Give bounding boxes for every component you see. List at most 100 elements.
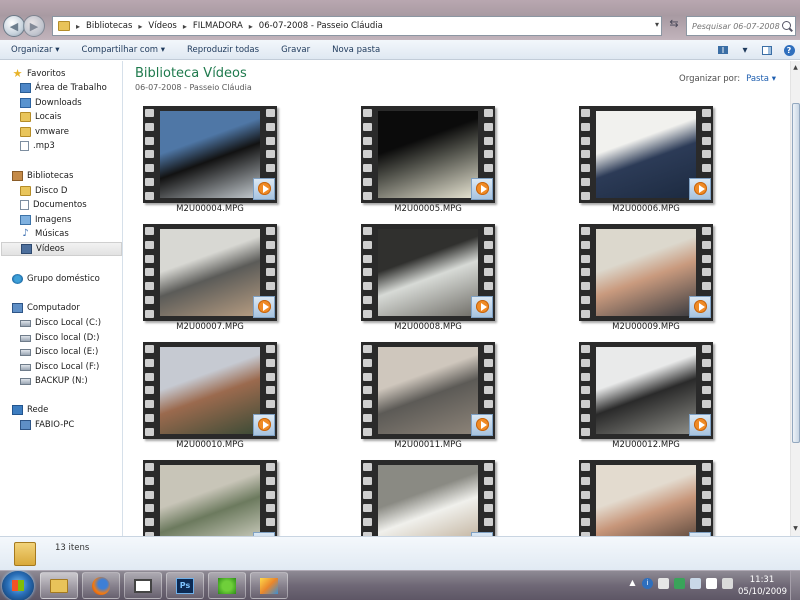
breadcrumb-separator-icon[interactable]: ▸ bbox=[138, 22, 142, 31]
back-button[interactable]: ◀ bbox=[3, 15, 25, 37]
explorer-icon bbox=[50, 578, 68, 593]
video-thumbnail[interactable]: M2U00007.MPG bbox=[125, 224, 295, 332]
app-tray-icon[interactable] bbox=[674, 578, 685, 589]
video-thumbnail[interactable] bbox=[125, 460, 295, 536]
breadcrumb-current-folder[interactable]: 06-07-2008 - Passeio Cláudia bbox=[259, 21, 383, 31]
film-perforations bbox=[580, 463, 591, 536]
change-view-button[interactable] bbox=[712, 42, 734, 58]
address-bar[interactable]: ▸ Bibliotecas ▸ Vídeos ▸ FILMADORA ▸ 06-… bbox=[52, 16, 662, 36]
taskbar-photoshop[interactable]: Ps bbox=[166, 572, 204, 599]
forward-button[interactable]: ▶ bbox=[23, 15, 45, 37]
video-preview-image bbox=[160, 111, 260, 198]
app-tray-icon[interactable] bbox=[658, 578, 669, 589]
vertical-scrollbar[interactable]: ▲ ▼ bbox=[790, 61, 800, 536]
nav-item-documents[interactable]: Documentos bbox=[20, 198, 87, 212]
nav-libraries[interactable]: Bibliotecas bbox=[12, 169, 73, 183]
play-all-button[interactable]: Reproduzir todas bbox=[176, 45, 270, 55]
show-hidden-icons-icon[interactable]: ▲ bbox=[628, 578, 637, 589]
video-thumbnail[interactable]: M2U00005.MPG bbox=[343, 106, 513, 214]
folder-icon bbox=[20, 112, 31, 122]
clock[interactable]: 11:31 05/10/2009 bbox=[738, 574, 787, 598]
video-thumbnail[interactable] bbox=[561, 460, 731, 536]
action-center-icon[interactable] bbox=[706, 578, 717, 589]
system-tray: ▲ i bbox=[628, 578, 738, 589]
video-thumbnail[interactable]: M2U00010.MPG bbox=[125, 342, 295, 450]
breadcrumb-separator-icon[interactable]: ▸ bbox=[249, 22, 253, 31]
folder-icon bbox=[20, 186, 31, 196]
film-perforations bbox=[580, 227, 591, 318]
taskbar-paint[interactable] bbox=[250, 572, 288, 599]
filmstrip-frame bbox=[143, 460, 277, 536]
breadcrumb-separator-icon[interactable]: ▸ bbox=[76, 22, 80, 31]
burn-button[interactable]: Gravar bbox=[270, 45, 321, 55]
taskbar-explorer[interactable] bbox=[40, 572, 78, 599]
volume-icon[interactable] bbox=[722, 578, 733, 589]
nav-computer[interactable]: Computador bbox=[12, 301, 80, 315]
item-count: 13 itens bbox=[55, 543, 90, 553]
nav-homegroup[interactable]: Grupo doméstico bbox=[12, 272, 100, 286]
video-thumbnail[interactable]: M2U00011.MPG bbox=[343, 342, 513, 450]
refresh-button[interactable]: ⇆ bbox=[666, 17, 682, 35]
search-icon[interactable] bbox=[782, 21, 791, 30]
play-icon bbox=[471, 296, 493, 318]
nav-item-drive-f[interactable]: Disco Local (F:) bbox=[20, 360, 99, 374]
file-name: M2U00010.MPG bbox=[176, 440, 244, 450]
video-preview-image bbox=[596, 465, 696, 536]
nav-item-drive-c[interactable]: Disco Local (C:) bbox=[20, 316, 101, 330]
nav-item-music[interactable]: ♪ Músicas bbox=[20, 227, 69, 241]
video-thumbnail[interactable]: M2U00012.MPG bbox=[561, 342, 731, 450]
folder-icon bbox=[58, 21, 70, 31]
scrollbar-thumb[interactable] bbox=[792, 103, 800, 443]
nav-item-downloads[interactable]: Downloads bbox=[20, 96, 82, 110]
view-options-dropdown[interactable]: ▾ bbox=[734, 42, 756, 58]
taskbar-firefox[interactable] bbox=[82, 572, 120, 599]
info-icon[interactable]: i bbox=[642, 578, 653, 589]
breadcrumb-videos[interactable]: Vídeos bbox=[148, 21, 176, 31]
file-name: M2U00006.MPG bbox=[612, 204, 680, 214]
new-folder-button[interactable]: Nova pasta bbox=[321, 45, 391, 55]
nav-item-places[interactable]: Locais bbox=[20, 110, 61, 124]
nav-favorites[interactable]: ★ Favoritos bbox=[12, 67, 66, 81]
nav-item-drive-n[interactable]: BACKUP (N:) bbox=[20, 374, 88, 388]
video-thumbnail[interactable]: M2U00008.MPG bbox=[343, 224, 513, 332]
taskbar-media[interactable] bbox=[124, 572, 162, 599]
nav-item-drive-e[interactable]: Disco local (E:) bbox=[20, 345, 98, 359]
share-with-button[interactable]: Compartilhar com ▾ bbox=[71, 45, 177, 55]
address-dropdown-icon[interactable]: ▾ bbox=[655, 20, 659, 29]
nav-item-drive-d[interactable]: Disco local (D:) bbox=[20, 331, 99, 345]
start-button[interactable] bbox=[2, 571, 34, 600]
network-icon bbox=[12, 405, 23, 415]
nav-network[interactable]: Rede bbox=[12, 403, 48, 417]
nav-item-desktop[interactable]: Área de Trabalho bbox=[20, 81, 107, 95]
nav-item-disco-d[interactable]: Disco D bbox=[20, 184, 67, 198]
search-box[interactable] bbox=[686, 16, 796, 36]
scroll-down-icon[interactable]: ▼ bbox=[791, 522, 800, 536]
breadcrumb-libraries[interactable]: Bibliotecas bbox=[86, 21, 132, 31]
nav-item-fabio-pc[interactable]: FABIO-PC bbox=[20, 418, 74, 432]
breadcrumb-filmadora[interactable]: FILMADORA bbox=[193, 21, 243, 31]
organize-button[interactable]: Organizar ▾ bbox=[0, 45, 71, 55]
search-input[interactable] bbox=[692, 21, 780, 31]
preview-pane-button[interactable] bbox=[756, 42, 778, 58]
show-desktop-button[interactable] bbox=[790, 571, 800, 600]
nav-item-vmware[interactable]: vmware bbox=[20, 125, 69, 139]
help-button[interactable]: ? bbox=[778, 42, 800, 58]
arrange-by-dropdown[interactable]: Pasta ▾ bbox=[746, 74, 776, 84]
video-preview-image bbox=[596, 347, 696, 434]
nav-item-mp3[interactable]: .mp3 bbox=[20, 139, 55, 153]
nav-item-pictures[interactable]: Imagens bbox=[20, 213, 71, 227]
network-icon[interactable] bbox=[690, 578, 701, 589]
video-thumbnail[interactable]: M2U00009.MPG bbox=[561, 224, 731, 332]
video-thumbnail[interactable]: M2U00006.MPG bbox=[561, 106, 731, 214]
arrange-by: Organizar por: Pasta ▾ bbox=[679, 74, 776, 84]
file-name: M2U00005.MPG bbox=[394, 204, 462, 214]
video-thumbnail[interactable] bbox=[343, 460, 513, 536]
nav-label: Músicas bbox=[35, 229, 69, 239]
video-thumbnail[interactable]: M2U00004.MPG bbox=[125, 106, 295, 214]
scroll-up-icon[interactable]: ▲ bbox=[791, 61, 800, 75]
taskbar-messenger[interactable] bbox=[208, 572, 246, 599]
breadcrumb-separator-icon[interactable]: ▸ bbox=[183, 22, 187, 31]
library-title: Biblioteca Vídeos bbox=[135, 66, 247, 81]
film-perforations bbox=[580, 345, 591, 436]
nav-item-videos[interactable]: Vídeos bbox=[1, 242, 122, 256]
